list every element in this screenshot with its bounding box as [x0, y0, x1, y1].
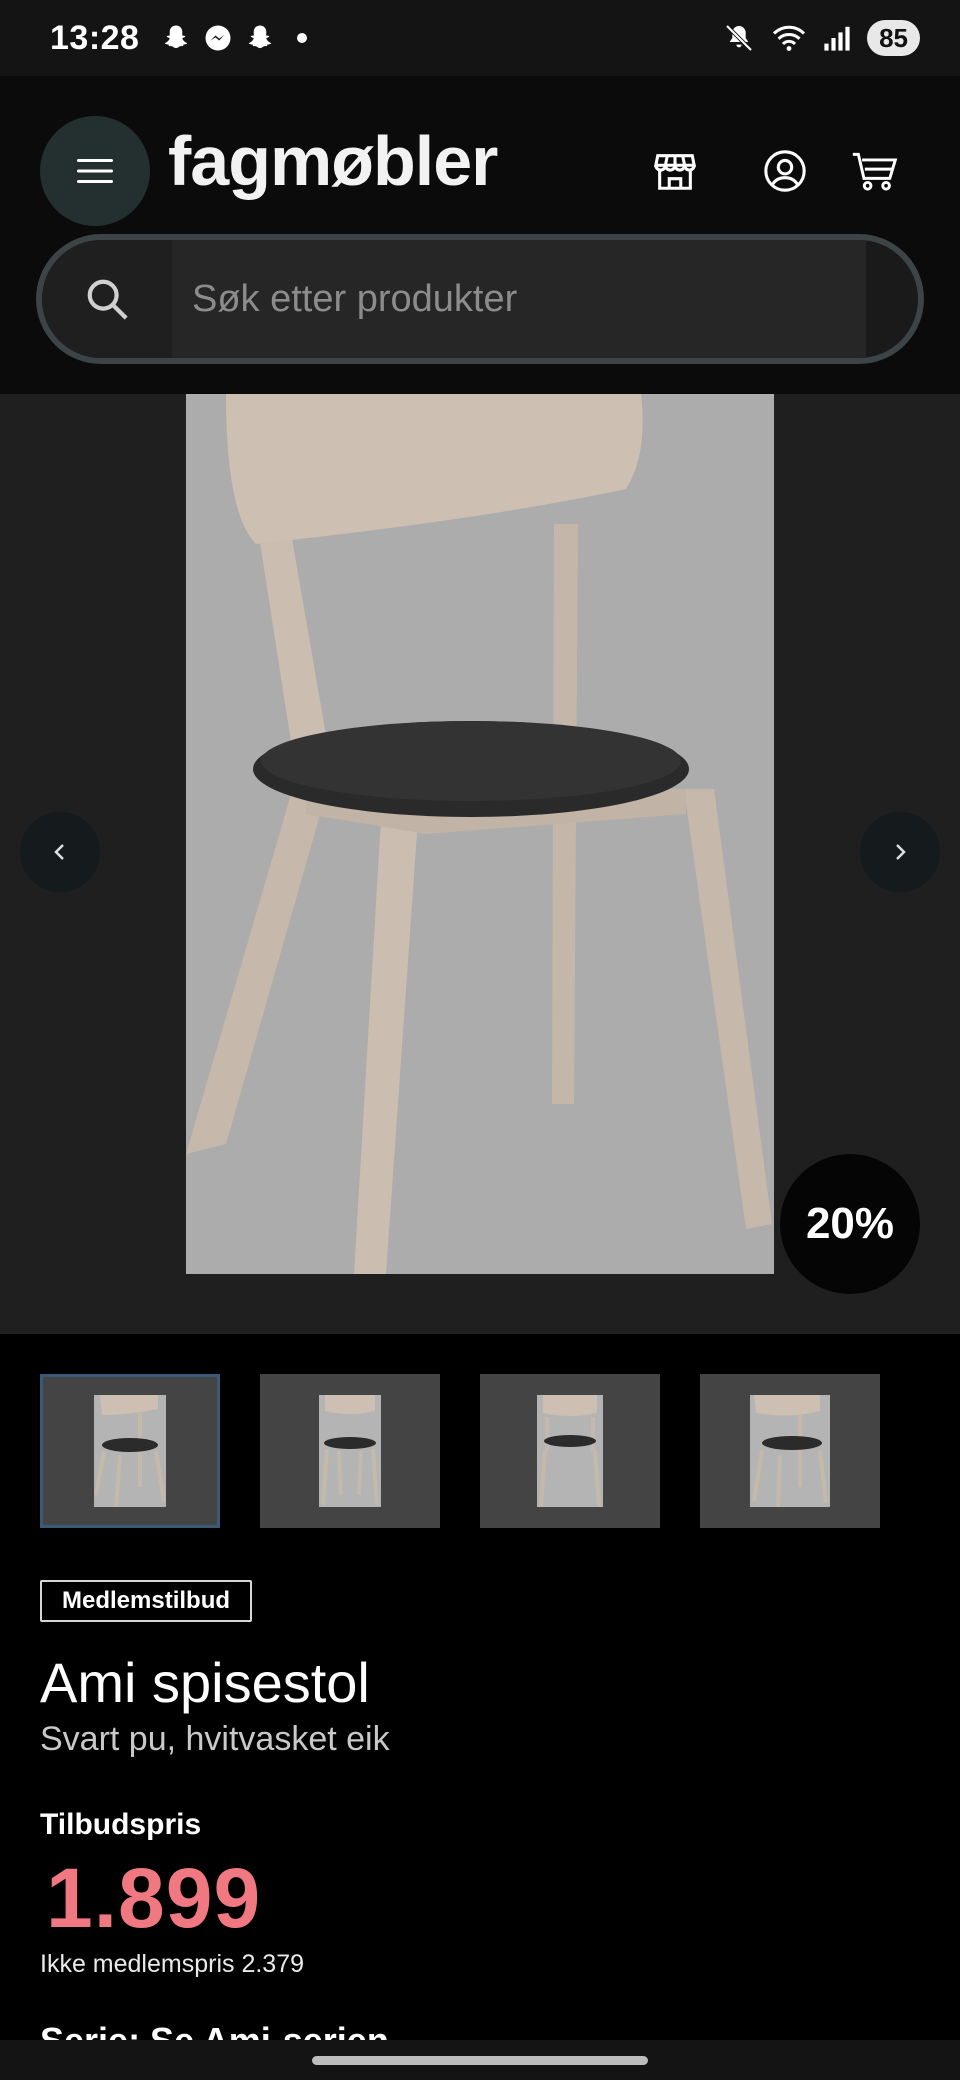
thumbnail-image — [750, 1395, 830, 1507]
search-bar[interactable] — [36, 234, 924, 364]
menu-button[interactable] — [40, 116, 150, 226]
chevron-left-icon — [54, 844, 64, 860]
product-title: Ami spisestol — [40, 1651, 370, 1714]
thumbnail-4[interactable] — [700, 1374, 880, 1528]
thumbnail-1[interactable] — [40, 1374, 220, 1528]
system-icons: 85 — [723, 20, 920, 56]
snapchat-icon — [165, 25, 188, 49]
price-label: Tilbudspris — [40, 1808, 202, 1841]
search-button[interactable] — [42, 240, 172, 358]
notification-icons — [161, 23, 308, 53]
account-button[interactable] — [758, 144, 812, 198]
account-icon — [764, 150, 806, 192]
chair-image — [186, 394, 774, 1274]
cart-button[interactable] — [848, 144, 902, 198]
chevron-right-icon — [896, 844, 906, 860]
snapchat-icon — [249, 25, 272, 49]
product-variant: Svart pu, hvitvasket eik — [40, 1720, 390, 1758]
thumbnail-image — [319, 1395, 381, 1507]
more-notifications-dot — [297, 33, 308, 43]
menu-icon — [77, 159, 113, 183]
cart-icon — [852, 152, 898, 191]
previous-image-button[interactable] — [20, 812, 100, 892]
store-icon — [653, 154, 697, 190]
offer-price: 1.899 — [46, 1851, 262, 1945]
gesture-navigation-bar — [0, 2040, 960, 2080]
thumbnail-2[interactable] — [260, 1374, 440, 1528]
product-image[interactable] — [186, 394, 774, 1274]
status-bar: 13:28 85 — [0, 0, 960, 76]
discount-badge: 20% — [780, 1154, 920, 1294]
next-image-button[interactable] — [860, 812, 940, 892]
home-indicator[interactable] — [312, 2056, 648, 2065]
site-header: fagmøbler — [0, 76, 960, 394]
product-gallery: 20% — [0, 394, 960, 1334]
store-button[interactable] — [648, 144, 702, 198]
nonmember-price: Ikke medlemspris 2.379 — [40, 1950, 305, 1978]
battery-indicator: 85 — [867, 20, 920, 56]
site-logo[interactable]: fagmøbler — [168, 126, 498, 196]
wifi-icon — [773, 25, 806, 51]
messenger-icon — [205, 25, 231, 51]
thumbnail-3[interactable] — [480, 1374, 660, 1528]
thumbnail-strip — [0, 1374, 960, 1530]
search-input[interactable] — [172, 240, 866, 358]
thumbnail-image — [94, 1395, 166, 1507]
signal-icon — [824, 26, 850, 51]
mute-icon — [725, 24, 753, 52]
status-time: 13:28 — [50, 18, 140, 57]
member-offer-badge: Medlemstilbud — [40, 1580, 253, 1622]
thumbnail-image — [537, 1395, 603, 1507]
search-icon — [87, 279, 128, 320]
